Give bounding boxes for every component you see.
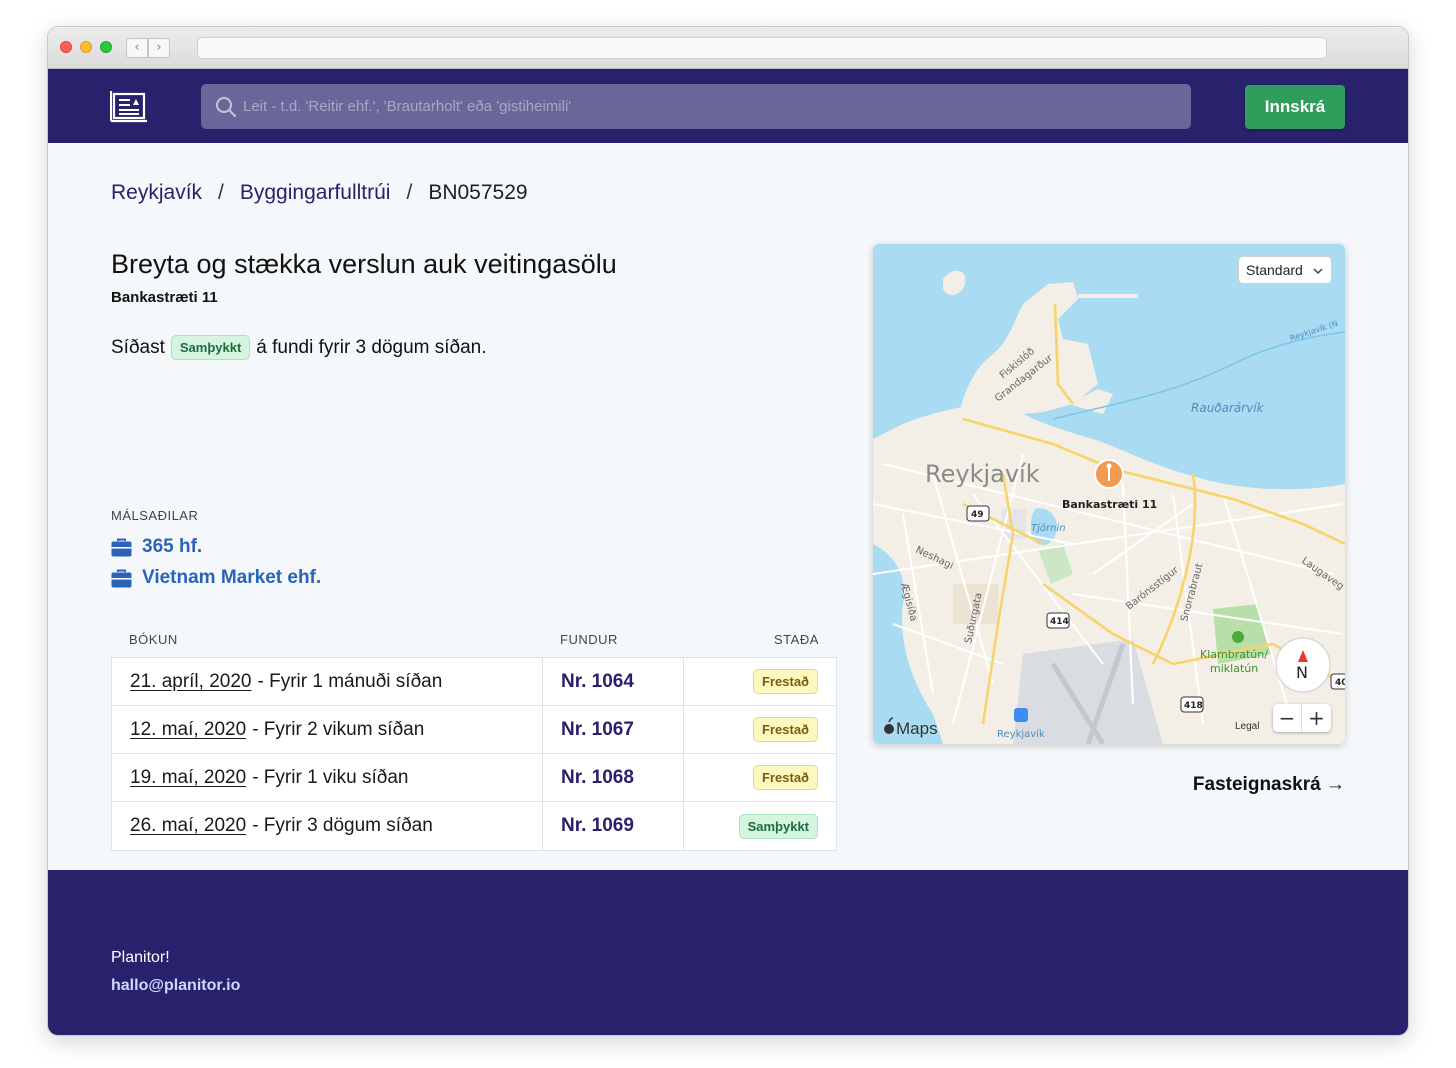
- status-badge: Samþykkt: [170, 335, 251, 360]
- login-button[interactable]: Innskrá: [1245, 85, 1345, 129]
- road-number: 414: [1050, 617, 1069, 627]
- booking-date-link[interactable]: 21. apríl, 2020: [130, 671, 251, 693]
- status-suffix: á fundi fyrir 3 dögum síðan.: [256, 336, 487, 358]
- status-cell: Samþykkt: [684, 802, 836, 850]
- table-row[interactable]: 12. maí, 2020 - Fyrir 2 vikum síðan Nr. 1…: [112, 706, 836, 754]
- status-cell: Frestað: [684, 658, 836, 705]
- party-name: 365 hf.: [142, 536, 203, 557]
- booking-relative-time: - Fyrir 1 mánuði síðan: [257, 670, 443, 692]
- status-cell: Frestað: [684, 754, 836, 801]
- compass-north-label: N: [1296, 663, 1308, 682]
- booking-cell: 21. apríl, 2020 - Fyrir 1 mánuði síðan: [112, 658, 543, 705]
- zoom-in-button[interactable]: +: [1302, 704, 1331, 732]
- footer-brand: Planitor!: [111, 949, 170, 966]
- zoom-out-button[interactable]: −: [1273, 704, 1302, 732]
- map-pin-icon[interactable]: [1094, 459, 1124, 489]
- booking-cell: 26. maí, 2020 - Fyrir 3 dögum síðan: [112, 802, 543, 850]
- booking-date-link[interactable]: 19. maí, 2020: [130, 767, 246, 789]
- map-canvas[interactable]: Reykjavík Rauðarárvík Tjörnin Klambratún…: [873, 244, 1345, 744]
- map-type-value: Standard: [1246, 262, 1303, 278]
- search-icon: [216, 97, 237, 118]
- map-attribution[interactable]: Maps: [896, 719, 938, 738]
- zoom-window-button[interactable]: [100, 41, 112, 53]
- booking-date-link[interactable]: 12. maí, 2020: [130, 719, 246, 741]
- road-number: 418: [1184, 701, 1203, 711]
- status-badge: Frestað: [753, 669, 818, 694]
- status-cell: Frestað: [684, 706, 836, 753]
- search-bar: [201, 84, 1191, 129]
- booking-date-link[interactable]: 26. maí, 2020: [130, 815, 246, 837]
- compass-icon[interactable]: N: [1275, 637, 1331, 693]
- table-row[interactable]: 26. maí, 2020 - Fyrir 3 dögum síðan Nr. 1…: [112, 802, 836, 850]
- search-input[interactable]: [243, 84, 1173, 129]
- browser-chrome: ‹ ›: [48, 27, 1408, 69]
- status-badge: Frestað: [753, 765, 818, 790]
- footer-email-link[interactable]: hallo@planitor.io: [111, 977, 240, 995]
- booking-cell: 12. maí, 2020 - Fyrir 2 vikum síðan: [112, 706, 543, 753]
- map-type-select[interactable]: Standard: [1238, 256, 1332, 284]
- status-badge: Frestað: [753, 717, 818, 742]
- party-link[interactable]: 365 hf.: [111, 536, 202, 558]
- map-park-label: miklatún: [1210, 662, 1258, 675]
- case-address: Bankastræti 11: [111, 289, 218, 306]
- party-link[interactable]: Vietnam Market ehf.: [111, 567, 321, 589]
- location-map[interactable]: Reykjavík Rauðarárvík Tjörnin Klambratún…: [873, 244, 1345, 744]
- table-row[interactable]: 19. maí, 2020 - Fyrir 1 viku síðan Nr. 10…: [112, 754, 836, 802]
- map-city-label: Reykjavík: [925, 460, 1040, 488]
- map-lake-label: Tjörnin: [1031, 523, 1066, 534]
- breadcrumb-separator: /: [218, 181, 224, 204]
- booking-cell: 19. maí, 2020 - Fyrir 1 viku síðan: [112, 754, 543, 801]
- road-number: 49: [971, 510, 984, 520]
- booking-relative-time: - Fyrir 3 dögum síðan: [252, 815, 433, 836]
- party-name: Vietnam Market ehf.: [142, 567, 322, 588]
- forward-button[interactable]: ›: [148, 38, 170, 58]
- map-water-label: Rauðarárvík: [1191, 401, 1265, 415]
- chevron-down-icon: [1313, 268, 1323, 275]
- minimize-window-button[interactable]: [80, 41, 92, 53]
- map-pin-label: Bankastræti 11: [1062, 498, 1157, 511]
- logo-icon[interactable]: [110, 89, 148, 123]
- map-airport-label: Reykjavík: [997, 728, 1045, 740]
- map-legal-link[interactable]: Legal: [1235, 721, 1259, 732]
- page-title: Breyta og stækka verslun auk veitingasöl…: [111, 249, 617, 279]
- status-prefix: Síðast: [111, 336, 165, 358]
- breadcrumb-city-link[interactable]: Reykjavík: [111, 181, 202, 204]
- status-line: Síðast Samþykkt á fundi fyrir 3 dögum sí…: [111, 335, 487, 360]
- booking-relative-time: - Fyrir 2 vikum síðan: [252, 718, 425, 740]
- briefcase-icon: [111, 569, 132, 587]
- meeting-number: Nr. 1067: [543, 706, 684, 753]
- address-bar[interactable]: [197, 37, 1327, 59]
- close-window-button[interactable]: [60, 41, 72, 53]
- column-header-booking: BÓKUN: [129, 632, 178, 647]
- breadcrumb: Reykjavík / Byggingarfulltrúi / BN057529: [111, 181, 528, 205]
- property-register-link[interactable]: Fasteignaskrá →: [1193, 774, 1345, 796]
- parties-heading: MÁLSAÐILAR: [111, 508, 199, 523]
- site-header: Innskrá: [48, 69, 1408, 143]
- road-number: 40: [1335, 678, 1345, 688]
- meeting-number: Nr. 1064: [543, 658, 684, 705]
- table-row[interactable]: 21. apríl, 2020 - Fyrir 1 mánuði síðan Nr…: [112, 658, 836, 706]
- status-badge: Samþykkt: [738, 813, 818, 839]
- meeting-number: Nr. 1068: [543, 754, 684, 801]
- main-content: Reykjavík / Byggingarfulltrúi / BN057529 Bre…: [48, 143, 1408, 870]
- site-footer: Planitor! hallo@planitor.io: [48, 870, 1408, 1035]
- column-header-meeting: FUNDUR: [560, 632, 618, 647]
- map-park-label: Klambratún/: [1200, 648, 1268, 661]
- column-header-status: STAÐA: [774, 632, 819, 647]
- booking-relative-time: - Fyrir 1 viku síðan: [252, 766, 409, 788]
- browser-window: ‹ › Innskrá Reykjavík / Byggingarfulltrúi /…: [48, 27, 1408, 1035]
- briefcase-icon: [111, 538, 132, 556]
- breadcrumb-separator: /: [406, 181, 413, 204]
- breadcrumb-office-link[interactable]: Byggingarfulltrúi: [240, 181, 391, 204]
- map-zoom-controls: − +: [1273, 704, 1331, 732]
- meetings-table: 21. apríl, 2020 - Fyrir 1 mánuði síðan Nr…: [111, 657, 837, 851]
- back-button[interactable]: ‹: [126, 38, 148, 58]
- meeting-number: Nr. 1069: [543, 802, 684, 850]
- breadcrumb-case-id: BN057529: [428, 181, 528, 204]
